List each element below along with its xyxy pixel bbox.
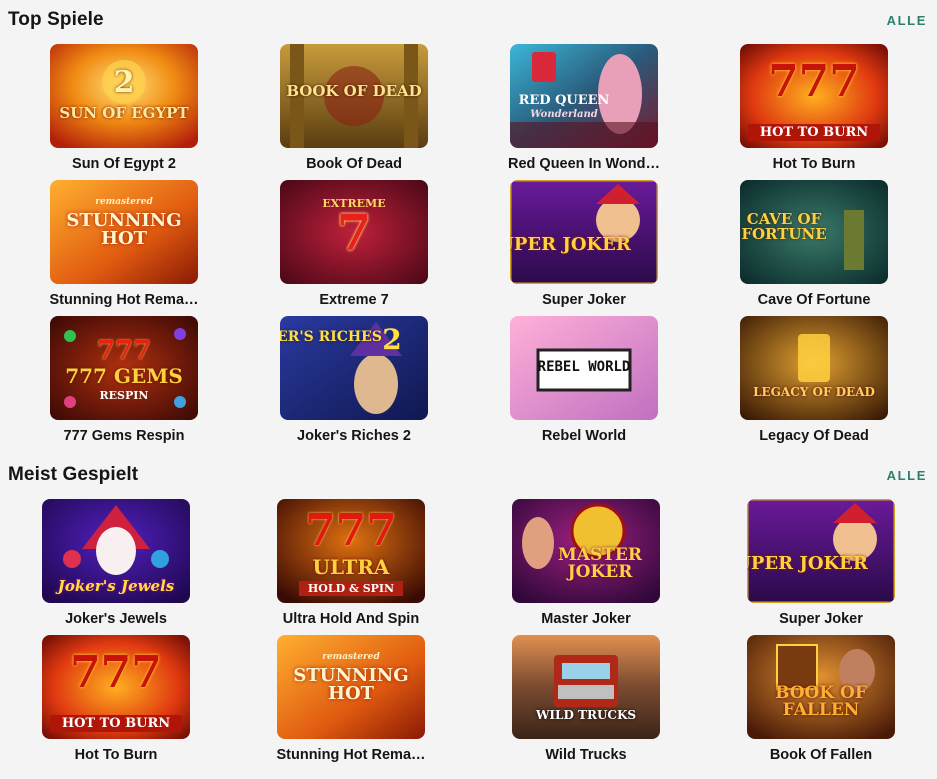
game-title[interactable]: Book Of Fallen	[727, 747, 915, 763]
game-tile-rebel-world[interactable]: REBEL WORLD Rebel World	[510, 316, 660, 452]
game-thumbnail[interactable]: RED QUEEN Wonderland	[510, 44, 658, 148]
game-title[interactable]: Sun Of Egypt 2	[30, 156, 218, 172]
game-thumbnail[interactable]: REBEL WORLD	[510, 316, 658, 420]
game-thumbnail[interactable]: SUPER JOKER	[510, 180, 658, 284]
game-title[interactable]: Master Joker	[492, 611, 680, 627]
game-tile-jokers-riches-2[interactable]: JOKER'S RICHES 2 Joker's Riches 2	[280, 316, 430, 452]
game-title[interactable]: Hot To Burn	[22, 747, 210, 763]
game-title[interactable]: Book Of Dead	[260, 156, 448, 172]
game-tile-ultra-hold-and-spin[interactable]: 777 ULTRA HOLD & SPIN Ultra Hold And Spi…	[277, 499, 427, 635]
game-thumbnail[interactable]: Joker's Jewels	[42, 499, 190, 603]
game-tile-hot-to-burn[interactable]: 777 HOT TO BURN Hot To Burn	[740, 44, 890, 180]
game-tile-cave-of-fortune[interactable]: CAVE OF FORTUNE Cave Of Fortune	[740, 180, 890, 316]
section-title: Top Spiele	[8, 9, 104, 30]
game-title[interactable]: Legacy Of Dead	[720, 428, 908, 444]
section-header: Top Spiele ALLE	[8, 4, 929, 34]
game-title[interactable]: Joker's Riches 2	[260, 428, 448, 444]
game-thumbnail[interactable]: EXTREME 7	[280, 180, 428, 284]
game-tile-book-of-dead[interactable]: BOOK OF DEAD Book Of Dead	[280, 44, 430, 180]
game-tile-777-gems-respin[interactable]: 777 777 GEMS RESPIN 777 Gems Respin	[50, 316, 200, 452]
game-tile-book-of-fallen[interactable]: BOOK OF FALLEN Book Of Fallen	[747, 635, 897, 771]
game-title[interactable]: Hot To Burn	[720, 156, 908, 172]
section-title: Meist Gespielt	[8, 464, 139, 485]
game-thumbnail[interactable]: LEGACY OF DEAD	[740, 316, 888, 420]
game-thumbnail[interactable]: remastered STUNNING HOT	[277, 635, 425, 739]
game-tile-stunning-hot-2[interactable]: remastered STUNNING HOT Stunning Hot Rem…	[276, 635, 427, 771]
game-tile-extreme-7[interactable]: EXTREME 7 Extreme 7	[280, 180, 430, 316]
game-thumbnail[interactable]: JOKER'S RICHES 2	[280, 316, 428, 420]
game-thumbnail[interactable]: BOOK OF DEAD	[280, 44, 428, 148]
game-thumbnail[interactable]: SUPER JOKER	[747, 499, 895, 603]
game-tile-sun-of-egypt-2[interactable]: 2 SUN OF EGYPT Sun Of Egypt 2	[50, 44, 200, 180]
game-title[interactable]: Red Queen In Wond…	[490, 156, 678, 172]
game-thumbnail[interactable]: CAVE OF FORTUNE	[740, 180, 888, 284]
game-tile-legacy-of-dead[interactable]: LEGACY OF DEAD Legacy Of Dead	[740, 316, 890, 452]
game-title[interactable]: Wild Trucks	[492, 747, 680, 763]
game-tile-wild-trucks[interactable]: WILD TRUCKS Wild Trucks	[512, 635, 662, 771]
game-thumbnail[interactable]: 777 ULTRA HOLD & SPIN	[277, 499, 425, 603]
game-thumbnail[interactable]: BOOK OF FALLEN	[747, 635, 895, 739]
game-title[interactable]: Stunning Hot Rema…	[30, 292, 218, 308]
game-title[interactable]: 777 Gems Respin	[30, 428, 218, 444]
game-thumbnail[interactable]: 777 HOT TO BURN	[740, 44, 888, 148]
game-thumbnail[interactable]: MASTER JOKER	[512, 499, 660, 603]
game-title[interactable]: Stunning Hot Rema…	[257, 747, 445, 763]
game-title[interactable]: Rebel World	[490, 428, 678, 444]
game-thumbnail[interactable]: 2 SUN OF EGYPT	[50, 44, 198, 148]
view-all-link[interactable]: ALLE	[887, 13, 927, 28]
game-title[interactable]: Super Joker	[490, 292, 678, 308]
game-tile-super-joker-2[interactable]: SUPER JOKER Super Joker	[747, 499, 897, 635]
game-tile-hot-to-burn-2[interactable]: 777 HOT TO BURN Hot To Burn	[42, 635, 192, 771]
game-tile-jokers-jewels[interactable]: Joker's Jewels Joker's Jewels	[42, 499, 192, 635]
game-title[interactable]: Super Joker	[727, 611, 915, 627]
section-header: Meist Gespielt ALLE	[8, 459, 929, 489]
game-thumbnail[interactable]: 777 777 GEMS RESPIN	[50, 316, 198, 420]
game-tile-stunning-hot[interactable]: remastered STUNNING HOT Stunning Hot Rem…	[49, 180, 200, 316]
game-thumbnail[interactable]: 777 HOT TO BURN	[42, 635, 190, 739]
game-thumbnail[interactable]: WILD TRUCKS	[512, 635, 660, 739]
view-all-link[interactable]: ALLE	[887, 468, 927, 483]
game-tile-master-joker[interactable]: MASTER JOKER Master Joker	[512, 499, 662, 635]
game-title[interactable]: Cave Of Fortune	[720, 292, 908, 308]
game-tile-red-queen[interactable]: RED QUEEN Wonderland Red Queen In Wond…	[508, 44, 660, 180]
game-thumbnail[interactable]: remastered STUNNING HOT	[50, 180, 198, 284]
game-title[interactable]: Extreme 7	[260, 292, 448, 308]
game-title[interactable]: Joker's Jewels	[22, 611, 210, 627]
game-tile-super-joker[interactable]: SUPER JOKER Super Joker	[510, 180, 660, 316]
game-title[interactable]: Ultra Hold And Spin	[257, 611, 445, 627]
